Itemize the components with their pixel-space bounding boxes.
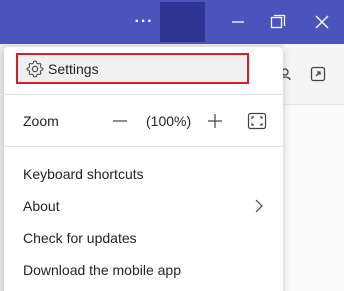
settings-menu-item[interactable]: Settings bbox=[16, 53, 249, 84]
zoom-out-button[interactable] bbox=[110, 111, 130, 131]
background-list bbox=[283, 104, 344, 291]
gear-icon bbox=[26, 60, 44, 78]
check-for-updates-item[interactable]: Check for updates bbox=[4, 222, 283, 254]
menu-divider bbox=[4, 94, 283, 95]
download-mobile-app-label: Download the mobile app bbox=[23, 262, 181, 278]
close-button[interactable] bbox=[306, 0, 338, 44]
check-for-updates-label: Check for updates bbox=[23, 230, 137, 246]
zoom-row: Zoom (100%) bbox=[4, 105, 283, 137]
avatar[interactable] bbox=[160, 2, 205, 42]
menu-divider bbox=[4, 146, 283, 147]
title-bar: ··· bbox=[0, 0, 344, 44]
fullscreen-icon[interactable] bbox=[247, 112, 267, 130]
about-label: About bbox=[23, 198, 60, 214]
keyboard-shortcuts-item[interactable]: Keyboard shortcuts bbox=[4, 158, 283, 190]
app-window: ··· Settings Zoom (100%) Keyboard shortc… bbox=[0, 0, 344, 291]
settings-label: Settings bbox=[48, 61, 99, 77]
minimize-button[interactable] bbox=[222, 0, 254, 44]
more-horizontal-icon: ··· bbox=[134, 13, 154, 30]
zoom-level: (100%) bbox=[146, 113, 192, 129]
chevron-right-icon bbox=[255, 199, 263, 213]
popout-icon[interactable] bbox=[310, 66, 326, 82]
maximize-button[interactable] bbox=[262, 0, 294, 44]
maximize-icon bbox=[270, 14, 286, 29]
keyboard-shortcuts-label: Keyboard shortcuts bbox=[23, 166, 144, 182]
settings-menu: Settings Zoom (100%) Keyboard shortcuts … bbox=[4, 47, 283, 291]
zoom-label: Zoom bbox=[23, 113, 59, 129]
about-item[interactable]: About bbox=[4, 190, 283, 222]
zoom-in-button[interactable] bbox=[205, 111, 225, 131]
minimize-icon bbox=[232, 21, 244, 23]
close-icon bbox=[315, 15, 329, 29]
more-options-button[interactable]: ··· bbox=[126, 0, 162, 44]
download-mobile-app-item[interactable]: Download the mobile app bbox=[4, 254, 283, 286]
